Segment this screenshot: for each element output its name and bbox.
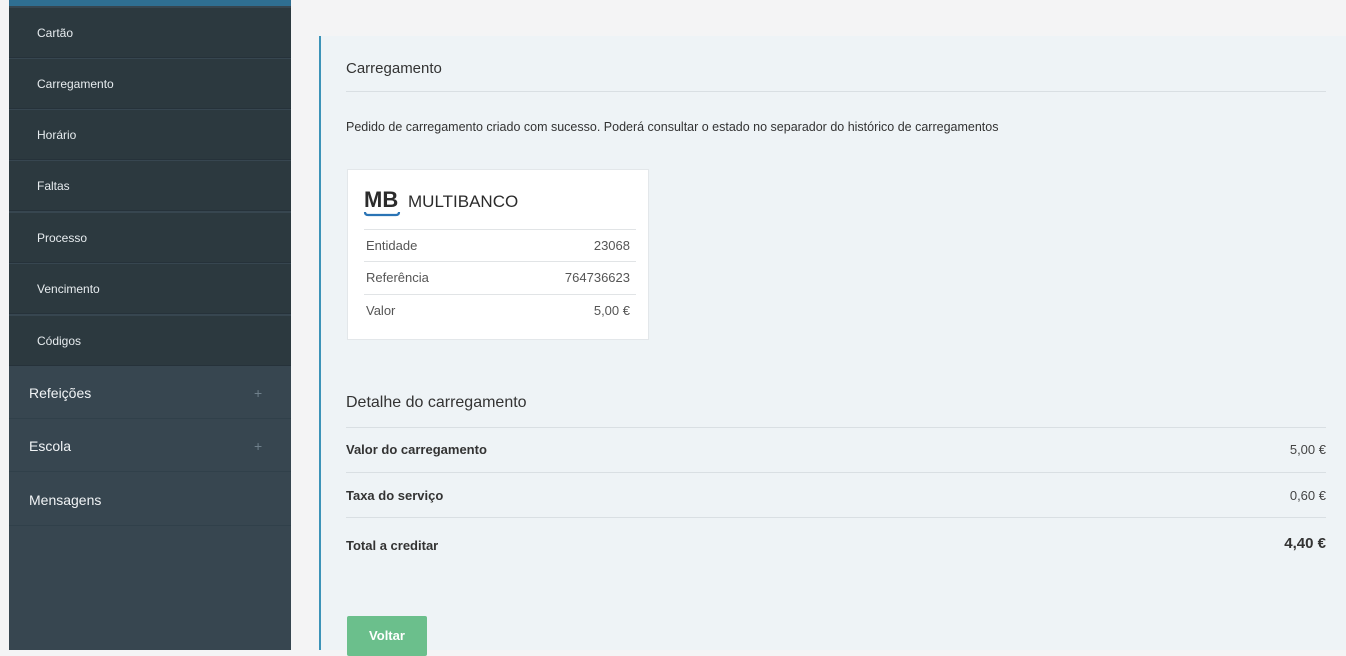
sidebar-item-horario[interactable]: Horário bbox=[9, 110, 291, 160]
title-divider bbox=[346, 91, 1326, 92]
detail-label: Taxa do serviço bbox=[346, 488, 444, 503]
content-panel: Carregamento Pedido de carregamento cria… bbox=[319, 36, 1346, 656]
sidebar-item-label: Carregamento bbox=[37, 77, 114, 91]
logo-text: MULTIBANCO bbox=[408, 192, 518, 211]
sidebar-item-mensagens[interactable]: Mensagens bbox=[9, 474, 291, 526]
expand-plus-icon[interactable]: + bbox=[254, 367, 262, 419]
multibanco-logo: MB MULTIBANCO bbox=[362, 182, 602, 218]
mb-value: 23068 bbox=[593, 238, 630, 253]
detail-divider bbox=[346, 472, 1326, 473]
detail-row-valor: Valor do carregamento 5,00 € bbox=[346, 428, 1326, 472]
sidebar-item-refeicoes[interactable]: Refeições + bbox=[9, 367, 291, 419]
sidebar-item-label: Cartão bbox=[37, 26, 74, 40]
sidebar-item-processo[interactable]: Processo bbox=[9, 213, 291, 263]
success-message: Pedido de carregamento criado com sucess… bbox=[346, 120, 999, 134]
sidebar-item-label: Vencimento bbox=[37, 282, 100, 296]
page-title: Carregamento bbox=[346, 60, 442, 77]
mb-value: 764736623 bbox=[564, 270, 630, 285]
mb-label: Valor bbox=[366, 303, 396, 318]
sidebar-item-label: Horário bbox=[37, 128, 77, 142]
multibanco-card: MB MULTIBANCO Entidade 23068 Referência … bbox=[347, 169, 649, 340]
mb-label: Referência bbox=[366, 270, 429, 285]
detail-label: Valor do carregamento bbox=[346, 442, 487, 457]
sidebar-item-carregamento[interactable]: Carregamento bbox=[9, 59, 291, 109]
sidebar: Cartão Carregamento Horário Faltas Proce… bbox=[9, 0, 291, 650]
mb-value: 5,00 € bbox=[593, 303, 630, 318]
sidebar-item-cartao[interactable]: Cartão bbox=[9, 8, 291, 58]
sidebar-item-label: Processo bbox=[37, 231, 88, 245]
detail-label: Total a creditar bbox=[346, 538, 439, 553]
sidebar-item-label: Faltas bbox=[37, 179, 70, 193]
mb-label: Entidade bbox=[366, 238, 418, 253]
detail-total-value: 4,40 € bbox=[1284, 535, 1326, 552]
detail-row-taxa: Taxa do serviço 0,60 € bbox=[346, 474, 1326, 518]
sidebar-item-faltas[interactable]: Faltas bbox=[9, 161, 291, 211]
mb-row-entidade: Entidade 23068 bbox=[364, 229, 636, 261]
sidebar-item-label: Códigos bbox=[37, 334, 82, 348]
sidebar-accent-line bbox=[9, 0, 291, 6]
detail-value: 0,60 € bbox=[1289, 488, 1326, 503]
back-button[interactable]: Voltar bbox=[347, 616, 427, 656]
mb-row-valor: Valor 5,00 € bbox=[364, 294, 636, 326]
detail-value: 5,00 € bbox=[1289, 442, 1326, 457]
sidebar-item-codigos[interactable]: Códigos bbox=[9, 316, 291, 366]
expand-plus-icon[interactable]: + bbox=[254, 420, 262, 472]
multibanco-logo-mark-icon: MB MULTIBANCO bbox=[363, 187, 518, 217]
sidebar-item-vencimento[interactable]: Vencimento bbox=[9, 264, 291, 314]
detail-divider bbox=[346, 517, 1326, 518]
sidebar-item-label: Escola bbox=[29, 438, 72, 454]
sidebar-item-label: Mensagens bbox=[29, 492, 102, 508]
logo-mark-text: MB bbox=[364, 187, 398, 212]
mb-row-referencia: Referência 764736623 bbox=[364, 261, 636, 293]
sidebar-item-escola[interactable]: Escola + bbox=[9, 420, 291, 472]
detail-title: Detalhe do carregamento bbox=[346, 394, 527, 411]
detail-row-total: Total a creditar 4,40 € bbox=[346, 524, 1326, 568]
sidebar-item-label: Refeições bbox=[29, 385, 92, 401]
